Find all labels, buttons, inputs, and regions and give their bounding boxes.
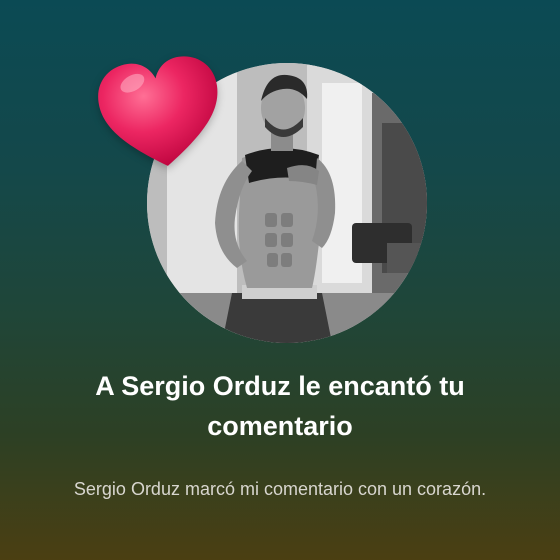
heart-icon <box>96 52 226 182</box>
notification-title: A Sergio Orduz le encantó tu comentario <box>95 371 465 441</box>
notification-subtitle: Sergio Orduz marcó mi comentario con un … <box>73 479 487 499</box>
notification-screen: A Sergio Orduz le encantó tu comentario … <box>0 0 560 560</box>
